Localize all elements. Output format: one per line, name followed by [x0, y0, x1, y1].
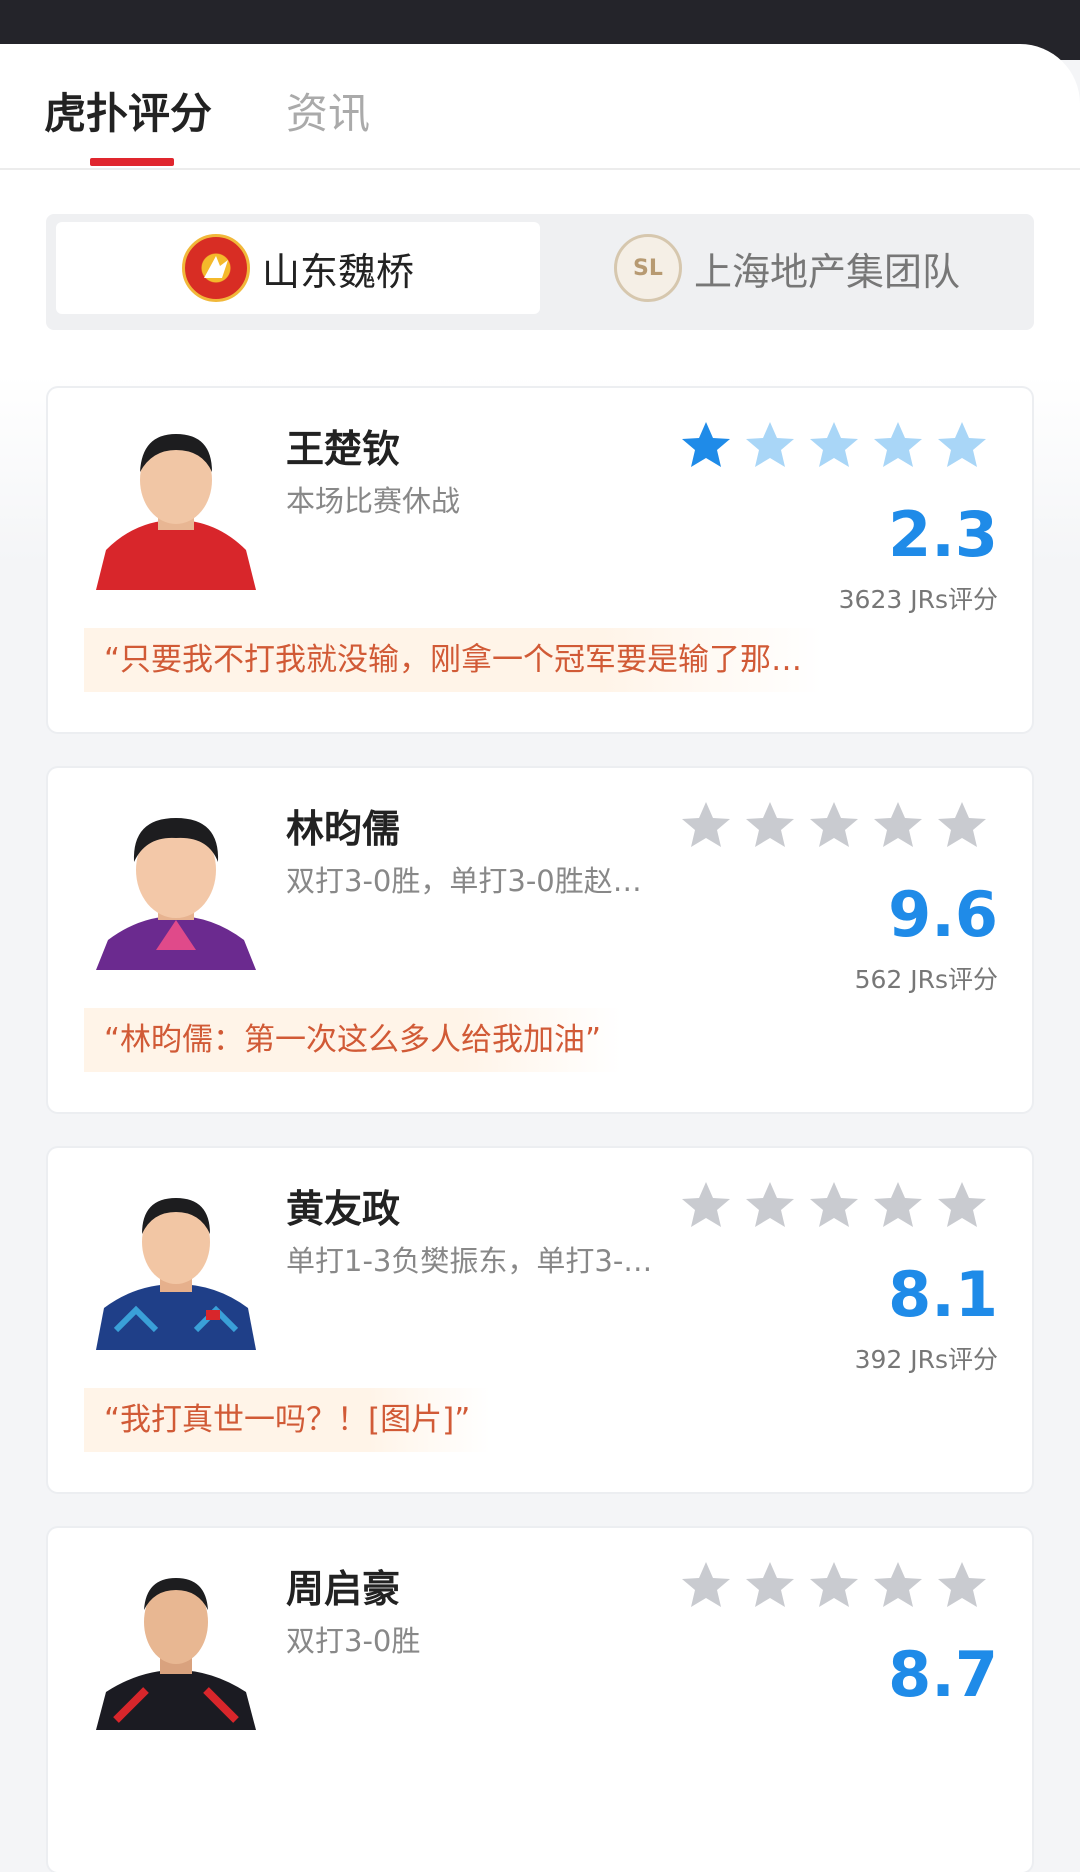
player-card[interactable]: 黄友政 单打1-3负樊振东，单打3-… 8.1 392 JRs评分 “我打真世一…	[48, 1148, 1032, 1492]
rating-count: 3623 JRs评分	[838, 585, 998, 614]
star-icon	[810, 802, 858, 847]
shandong-weiqiao-logo-icon	[181, 234, 250, 302]
average-score: 2.3	[888, 498, 998, 571]
star-icon	[938, 1182, 986, 1227]
player-name: 林昀儒	[286, 807, 401, 851]
team-option-shanghai[interactable]: SL 上海地产集团队	[540, 222, 1034, 314]
star-icon	[874, 1562, 922, 1607]
match-summary: 双打3-0胜	[286, 1624, 421, 1658]
team-name: 上海地产集团队	[693, 249, 960, 294]
star-icon	[746, 422, 794, 467]
tab-news[interactable]: 资讯	[286, 80, 370, 141]
rating-count: 562 JRs评分	[854, 965, 998, 994]
team-option-shandong[interactable]: 山东魏桥	[56, 222, 540, 314]
player-card[interactable]: 周启豪 双打3-0胜 8.7	[48, 1528, 1032, 1872]
star-icon	[938, 1562, 986, 1607]
player-name: 黄友政	[286, 1187, 401, 1231]
star-icon	[810, 422, 858, 467]
player-photo	[96, 1560, 256, 1730]
tab-hupu-rating[interactable]: 虎扑评分	[44, 80, 212, 141]
active-tab-indicator	[90, 158, 174, 166]
top-comment[interactable]: “林昀儒：第一次这么多人给我加油”	[84, 1008, 622, 1072]
star-rating[interactable]	[680, 1558, 1000, 1618]
player-photo	[96, 420, 256, 590]
match-summary: 本场比赛休战	[286, 484, 461, 518]
star-icon	[810, 1562, 858, 1607]
team-switcher: 山东魏桥 SL 上海地产集团队	[46, 214, 1034, 330]
star-rating[interactable]	[680, 418, 1000, 478]
logo-text: SL	[633, 255, 663, 281]
star-icon	[874, 802, 922, 847]
match-summary: 双打3-0胜，单打3-0胜赵…	[286, 864, 642, 898]
star-filled-icon	[682, 422, 730, 467]
star-icon	[938, 802, 986, 847]
player-card[interactable]: 王楚钦 本场比赛休战 2.3 3623 JRs评分 “只要我不打我就没输，刚拿一…	[48, 388, 1032, 732]
star-rating[interactable]	[680, 1178, 1000, 1238]
match-summary: 单打1-3负樊振东，单打3-…	[286, 1244, 653, 1278]
average-score: 9.6	[888, 878, 998, 951]
shanghai-sl-logo-icon: SL	[613, 234, 682, 302]
team-name: 山东魏桥	[261, 249, 414, 294]
top-comment[interactable]: “我打真世一吗？！[图片]”	[84, 1388, 491, 1452]
star-icon	[682, 1182, 730, 1227]
average-score: 8.1	[888, 1258, 998, 1331]
rating-panel: 虎扑评分 资讯 山东魏桥 SL 上海地产集团队 王楚钦 本场比赛休战 2.3 3…	[0, 44, 1080, 1872]
rating-count: 392 JRs评分	[854, 1345, 998, 1374]
player-name: 周启豪	[286, 1567, 401, 1611]
top-comment[interactable]: “只要我不打我就没输，刚拿一个冠军要是输了那…	[84, 628, 823, 692]
player-card[interactable]: 林昀儒 双打3-0胜，单打3-0胜赵… 9.6 562 JRs评分 “林昀儒：第…	[48, 768, 1032, 1112]
star-icon	[874, 1182, 922, 1227]
star-icon	[938, 422, 986, 467]
tab-bar: 虎扑评分 资讯	[0, 44, 1080, 170]
star-icon	[746, 802, 794, 847]
star-rating[interactable]	[680, 798, 1000, 858]
player-name: 王楚钦	[286, 427, 401, 471]
player-photo	[96, 800, 256, 970]
player-photo	[96, 1180, 256, 1350]
star-icon	[682, 1562, 730, 1607]
star-icon	[682, 802, 730, 847]
star-icon	[746, 1562, 794, 1607]
star-icon	[746, 1182, 794, 1227]
star-icon	[810, 1182, 858, 1227]
average-score: 8.7	[888, 1638, 998, 1711]
star-icon	[874, 422, 922, 467]
